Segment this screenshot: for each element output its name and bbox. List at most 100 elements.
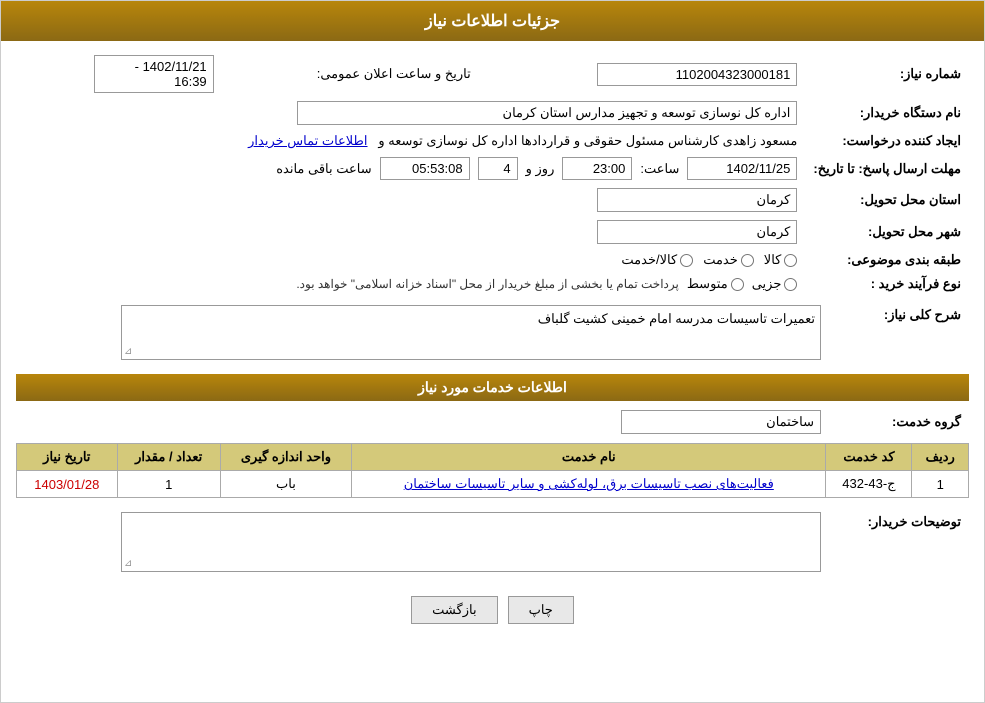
col-row-num: ردیف: [912, 444, 969, 471]
service-group-value: ساختمان: [621, 410, 821, 434]
cell-service-code: ج-43-432: [826, 471, 912, 498]
purchase-jozi-label: جزیی: [752, 276, 782, 292]
city-row: شهر محل تحویل: کرمان: [16, 216, 969, 248]
services-table: ردیف کد خدمت نام خدمت واحد اندازه گیری ت…: [16, 443, 969, 498]
creator-value: مسعود زاهدی کارشناس مسئول حقوقی و قراردا…: [378, 133, 797, 148]
buyer-notes-row: توضیحات خریدار: ⊿: [16, 508, 969, 576]
resize-handle: ⊿: [124, 346, 132, 357]
service-group-label: گروه خدمت:: [829, 406, 969, 438]
buyer-notes-value-cell: ⊿: [16, 508, 829, 576]
cell-quantity: 1: [117, 471, 220, 498]
city-label: شهر محل تحویل:: [805, 216, 969, 248]
table-row: 1 ج-43-432 فعالیت‌های نصب تاسیسات برق، ل…: [17, 471, 969, 498]
announce-value: 1402/11/21 - 16:39: [94, 55, 214, 93]
tender-number-value: 1102004323000181: [479, 51, 806, 97]
cell-service-name: فعالیت‌های نصب تاسیسات برق، لوله‌کشی و س…: [352, 471, 826, 498]
buyer-org-row: نام دستگاه خریدار: اداره کل نوسازی توسعه…: [16, 97, 969, 129]
remain-time: 05:53:08: [380, 157, 470, 180]
province-value-cell: کرمان: [16, 184, 805, 216]
buyer-org-value-cell: اداره کل نوسازی توسعه و تجهیز مدارس استا…: [16, 97, 805, 129]
purchase-jozi[interactable]: جزیی: [752, 276, 798, 292]
buyer-org-label: نام دستگاه خریدار:: [805, 97, 969, 129]
main-content: شماره نیاز: 1102004323000181 تاریخ و ساع…: [1, 41, 984, 649]
deadline-value-cell: 1402/11/25 ساعت: 23:00 روز و 4 05:53:08 …: [16, 153, 805, 184]
subject-khedmat-label: خدمت: [703, 252, 738, 268]
city-value-cell: کرمان: [16, 216, 805, 248]
province-label: استان محل تحویل:: [805, 184, 969, 216]
creator-label: ایجاد کننده درخواست:: [805, 129, 969, 153]
purchase-type-row: نوع فرآیند خرید : جزیی متوسط پرداخت تمام…: [16, 272, 969, 296]
announce-label: تاریخ و ساعت اعلان عمومی:: [317, 66, 471, 81]
purchase-jozi-radio[interactable]: [784, 278, 797, 291]
services-header-row: ردیف کد خدمت نام خدمت واحد اندازه گیری ت…: [17, 444, 969, 471]
print-button[interactable]: چاپ: [508, 596, 574, 624]
cell-row-num: 1: [912, 471, 969, 498]
buyer-notes-label: توضیحات خریدار:: [829, 508, 969, 576]
creator-link[interactable]: اطلاعات تماس خریدار: [248, 133, 367, 148]
province-row: استان محل تحویل: کرمان: [16, 184, 969, 216]
main-info-table: شماره نیاز: 1102004323000181 تاریخ و ساع…: [16, 51, 969, 296]
description-value-cell: تعمیرات تاسیسات مدرسه امام خمینی کشیت گل…: [16, 301, 829, 364]
purchase-motavasset-radio[interactable]: [731, 278, 744, 291]
purchase-notice: پرداخت تمام یا بخشی از مبلغ خریدار از مح…: [296, 277, 679, 291]
announce-value-cell: 1402/11/21 - 16:39: [16, 51, 222, 97]
city-value: کرمان: [597, 220, 797, 244]
subject-value-cell: کالا خدمت کالا/خدمت: [16, 248, 805, 272]
description-table: شرح کلی نیاز: تعمیرات تاسیسات مدرسه امام…: [16, 301, 969, 364]
deadline-time-label: ساعت:: [640, 161, 679, 177]
back-button[interactable]: بازگشت: [411, 596, 497, 624]
page-container: جزئیات اطلاعات نیاز شماره نیاز: 11020043…: [0, 0, 985, 703]
remain-time-label: ساعت باقی مانده: [276, 161, 371, 177]
subject-both-radio[interactable]: [680, 254, 693, 267]
service-group-row: گروه خدمت: ساختمان: [16, 406, 969, 438]
col-quantity: تعداد / مقدار: [117, 444, 220, 471]
col-unit: واحد اندازه گیری: [220, 444, 351, 471]
col-service-name: نام خدمت: [352, 444, 826, 471]
subject-radio-khedmat[interactable]: خدمت: [703, 252, 754, 268]
buyer-notes-resize: ⊿: [124, 558, 132, 569]
subject-radio-kala[interactable]: کالا: [764, 252, 798, 268]
buyer-notes-box: ⊿: [121, 512, 821, 572]
subject-both-label: کالا/خدمت: [621, 252, 677, 268]
tender-number-box: 1102004323000181: [597, 63, 797, 86]
buyer-notes-table: توضیحات خریدار: ⊿: [16, 508, 969, 576]
description-box: تعمیرات تاسیسات مدرسه امام خمینی کشیت گل…: [121, 305, 821, 360]
subject-kala-radio[interactable]: [784, 254, 797, 267]
service-group-value-cell: ساختمان: [16, 406, 829, 438]
bottom-buttons: چاپ بازگشت: [16, 581, 969, 639]
purchase-motavasset[interactable]: متوسط: [687, 276, 744, 292]
services-section-title: اطلاعات خدمات مورد نیاز: [16, 374, 969, 401]
services-table-header: ردیف کد خدمت نام خدمت واحد اندازه گیری ت…: [17, 444, 969, 471]
description-row: شرح کلی نیاز: تعمیرات تاسیسات مدرسه امام…: [16, 301, 969, 364]
page-header: جزئیات اطلاعات نیاز: [1, 1, 984, 41]
page-title: جزئیات اطلاعات نیاز: [425, 13, 560, 30]
services-table-body: 1 ج-43-432 فعالیت‌های نصب تاسیسات برق، ل…: [17, 471, 969, 498]
tender-announce-row: شماره نیاز: 1102004323000181 تاریخ و ساع…: [16, 51, 969, 97]
deadline-time: 23:00: [562, 157, 632, 180]
creator-value-cell: مسعود زاهدی کارشناس مسئول حقوقی و قراردا…: [16, 129, 805, 153]
deadline-days-label: روز و: [526, 161, 555, 177]
purchase-type-value-cell: جزیی متوسط پرداخت تمام یا بخشی از مبلغ خ…: [16, 272, 805, 296]
subject-label: طبقه بندی موضوعی:: [805, 248, 969, 272]
subject-radio-both[interactable]: کالا/خدمت: [621, 252, 693, 268]
subject-khedmat-radio[interactable]: [741, 254, 754, 267]
description-value: تعمیرات تاسیسات مدرسه امام خمینی کشیت گل…: [538, 311, 815, 326]
cell-unit: باب: [220, 471, 351, 498]
purchase-type-label: نوع فرآیند خرید :: [805, 272, 969, 296]
tender-number-label: شماره نیاز:: [805, 51, 969, 97]
buyer-org-value: اداره کل نوسازی توسعه و تجهیز مدارس استا…: [297, 101, 797, 125]
purchase-motavasset-label: متوسط: [687, 276, 728, 292]
description-label: شرح کلی نیاز:: [829, 301, 969, 364]
service-group-table: گروه خدمت: ساختمان: [16, 406, 969, 438]
cell-date: 1403/01/28: [17, 471, 118, 498]
deadline-date: 1402/11/25: [687, 157, 797, 180]
col-date: تاریخ نیاز: [17, 444, 118, 471]
col-service-code: کد خدمت: [826, 444, 912, 471]
creator-row: ایجاد کننده درخواست: مسعود زاهدی کارشناس…: [16, 129, 969, 153]
announce-label-cell: تاریخ و ساعت اعلان عمومی:: [222, 51, 479, 97]
deadline-row: مهلت ارسال پاسخ: تا تاریخ: 1402/11/25 سا…: [16, 153, 969, 184]
subject-row: طبقه بندی موضوعی: کالا خدمت: [16, 248, 969, 272]
deadline-label: مهلت ارسال پاسخ: تا تاریخ:: [805, 153, 969, 184]
subject-kala-label: کالا: [764, 252, 782, 268]
deadline-days: 4: [478, 157, 518, 180]
